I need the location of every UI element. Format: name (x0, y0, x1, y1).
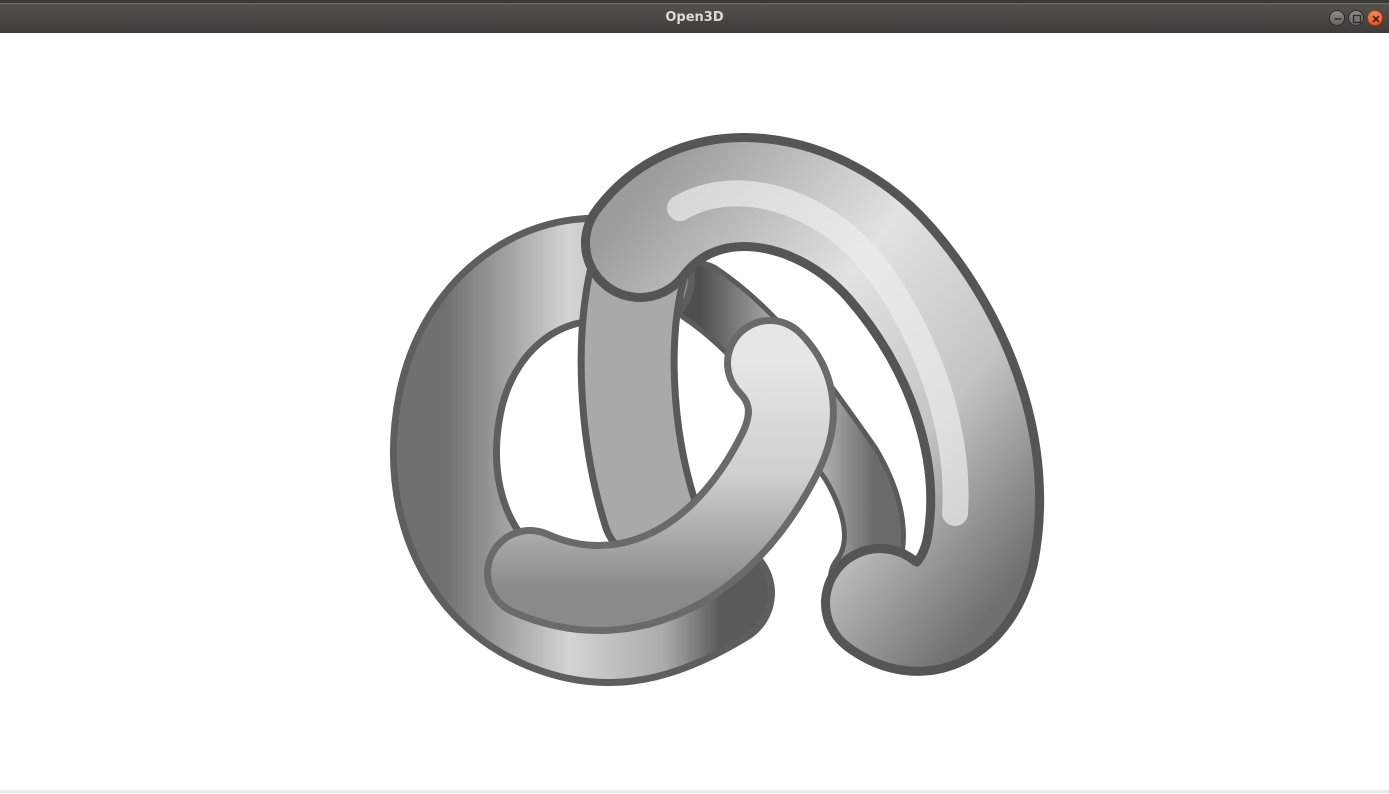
window-controls (1329, 10, 1383, 26)
minimize-button[interactable] (1329, 10, 1345, 26)
minimize-icon (1334, 18, 1342, 20)
close-button[interactable] (1367, 10, 1383, 26)
mesh-render[interactable] (0, 33, 1389, 790)
maximize-button[interactable] (1348, 10, 1364, 26)
close-icon (1372, 15, 1380, 23)
open3d-window: Open3D (0, 0, 1389, 793)
maximize-icon (1352, 14, 1362, 24)
title-bar[interactable]: Open3D (0, 3, 1389, 33)
window-title: Open3D (665, 10, 724, 25)
render-viewport[interactable] (0, 33, 1389, 790)
